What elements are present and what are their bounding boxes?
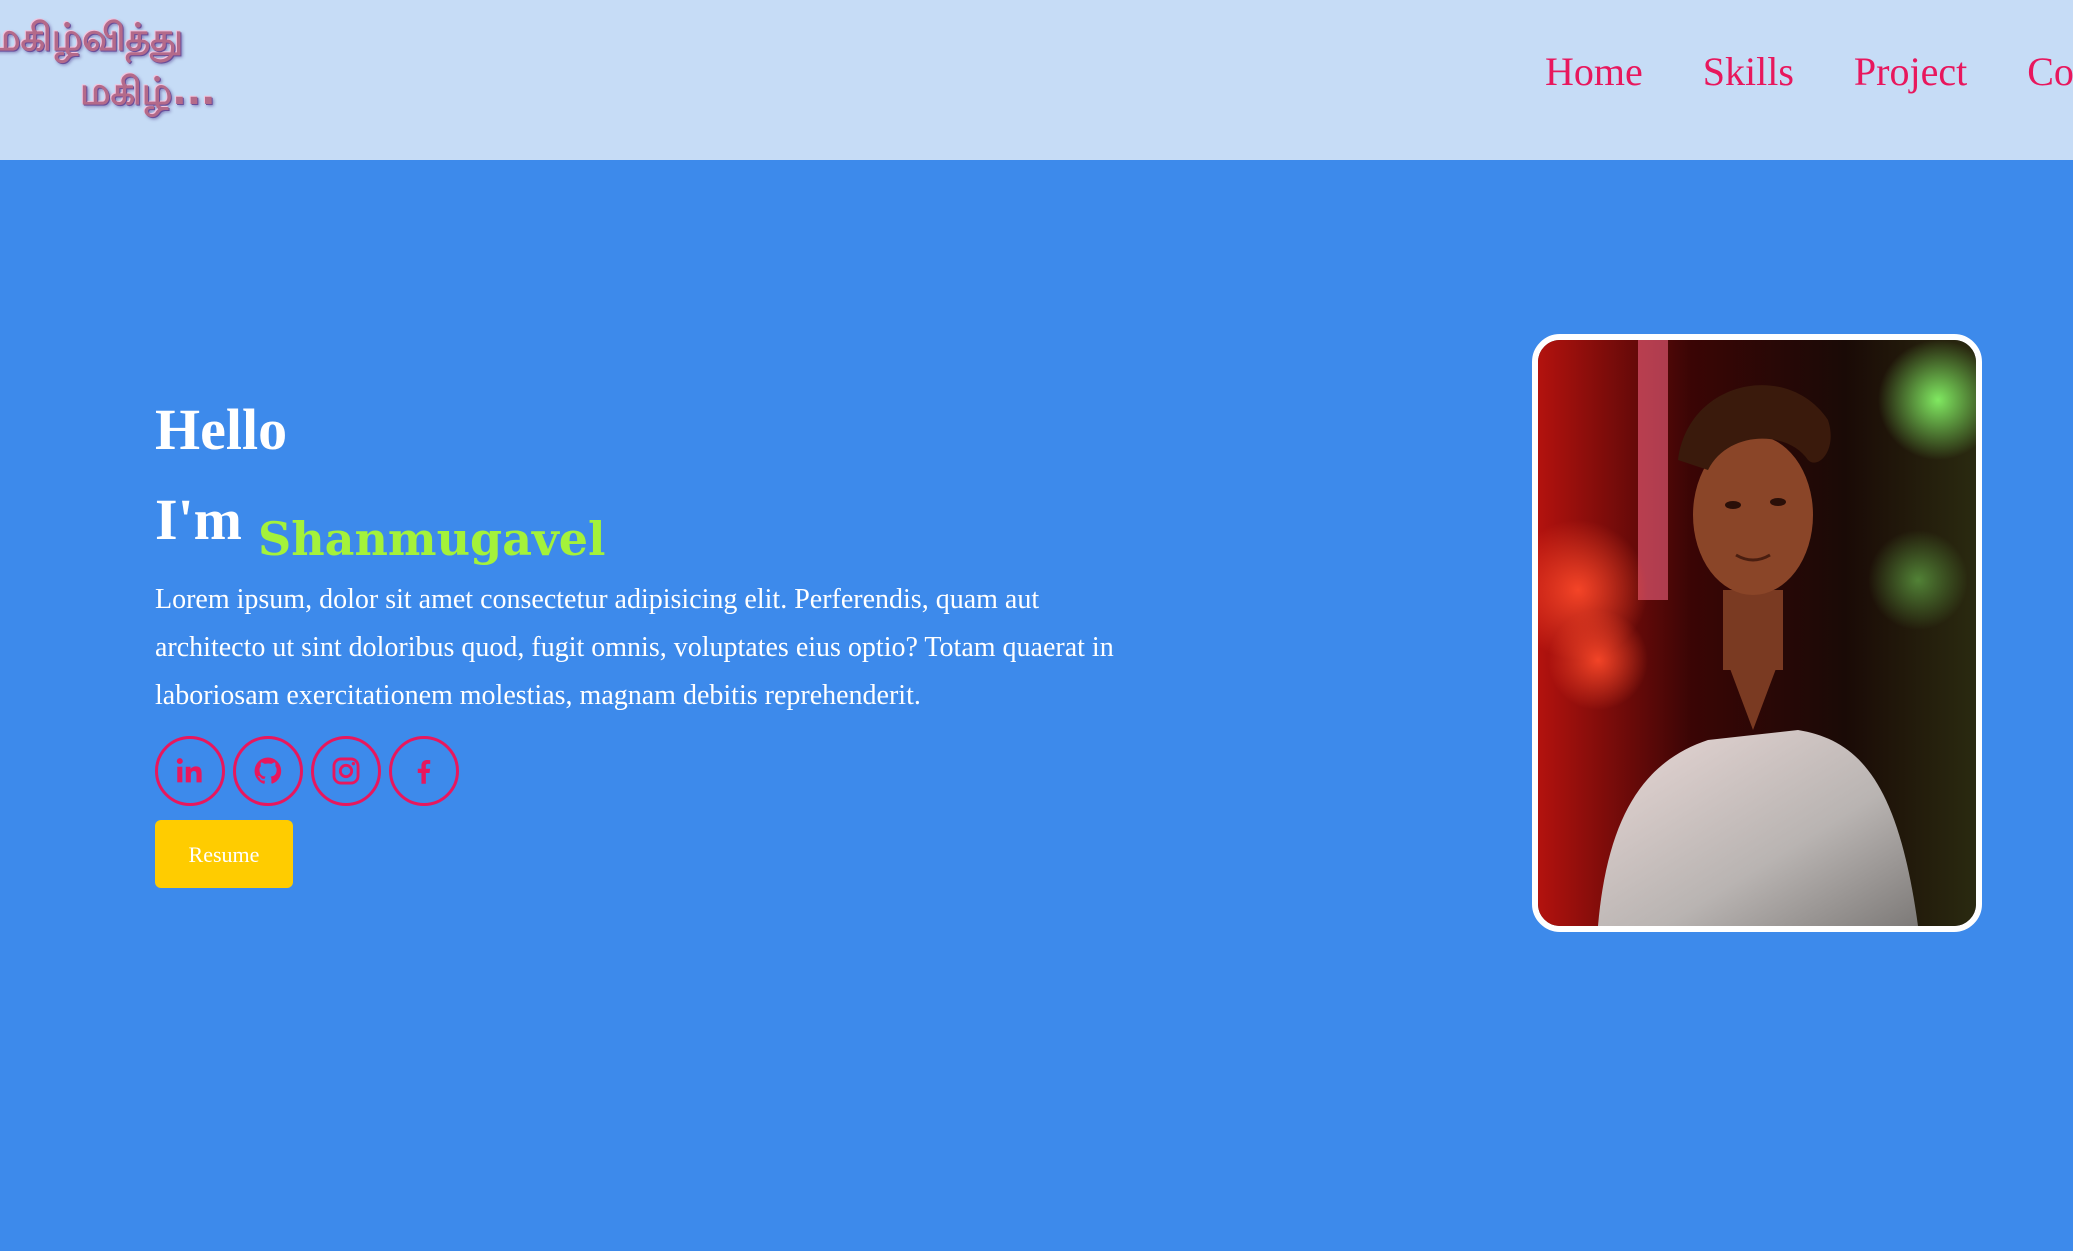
hero-name: Shanmugavel: [258, 512, 606, 566]
linkedin-icon: [176, 758, 202, 783]
hero-section: Hello I'm Shanmugavel Lorem ipsum, dolor…: [155, 385, 1115, 888]
hero-intro: I'm Shanmugavel: [155, 475, 1115, 568]
nav-link-project[interactable]: Project: [1854, 48, 1967, 95]
hero-greeting: Hello: [155, 397, 288, 462]
github-link[interactable]: [233, 736, 303, 806]
logo-line-2: மகிழ்...: [80, 69, 216, 113]
instagram-icon: [332, 757, 360, 785]
social-links: [155, 736, 1115, 806]
hero-bio: Lorem ipsum, dolor sit amet consectetur …: [155, 584, 1114, 711]
portrait-image: [1538, 340, 1976, 926]
facebook-link[interactable]: [389, 736, 459, 806]
profile-photo: [1532, 334, 1982, 932]
linkedin-link[interactable]: [155, 736, 225, 806]
hero-intro-text: I'm: [155, 487, 242, 552]
nav-link-contact[interactable]: Contact: [2027, 48, 2073, 95]
site-logo[interactable]: மகிழ்வித்து மகிழ்...: [0, 10, 220, 118]
instagram-link[interactable]: [311, 736, 381, 806]
github-icon: [254, 757, 282, 784]
resume-button[interactable]: Resume: [155, 820, 293, 888]
logo-line-1: மகிழ்வித்து: [0, 15, 184, 59]
facebook-icon: [417, 759, 431, 784]
nav-link-skills[interactable]: Skills: [1703, 48, 1794, 95]
navbar: மகிழ்வித்து மகிழ்... Home Skills Project…: [0, 0, 2073, 160]
nav-link-home[interactable]: Home: [1545, 48, 1643, 95]
nav-links: Home Skills Project Contact: [1545, 48, 2073, 95]
